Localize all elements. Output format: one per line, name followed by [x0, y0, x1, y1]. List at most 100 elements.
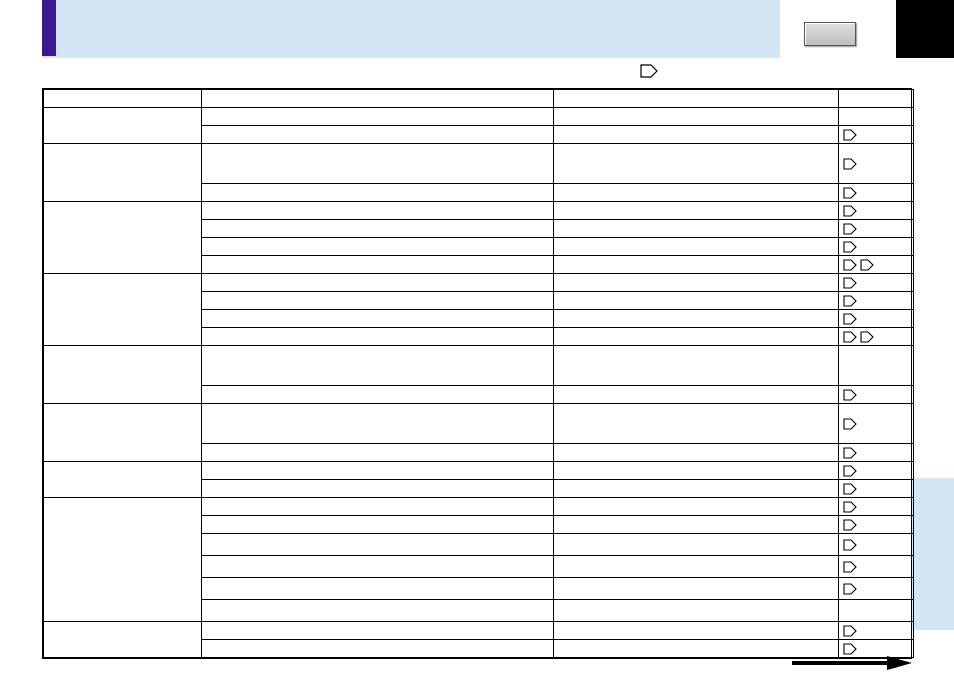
page-ref-icon[interactable]	[843, 625, 857, 637]
desc-cell	[554, 462, 839, 480]
desc-cell	[554, 640, 839, 658]
item-cell	[202, 498, 554, 516]
page-ref-icon[interactable]	[843, 501, 857, 513]
item-cell	[202, 556, 554, 578]
continue-arrow-icon	[792, 656, 912, 670]
desc-cell	[554, 220, 839, 238]
header-button[interactable]	[804, 22, 856, 46]
desc-cell	[554, 578, 839, 600]
page-ref-icon[interactable]	[843, 187, 857, 199]
note-marker-icon	[640, 64, 658, 81]
item-cell	[202, 108, 554, 126]
page-ref-icon[interactable]	[843, 418, 857, 430]
item-cell	[202, 578, 554, 600]
table-row	[44, 108, 914, 126]
purple-side-tab	[42, 0, 56, 56]
group-cell	[44, 274, 202, 346]
links-cell	[839, 310, 914, 328]
item-cell	[202, 238, 554, 256]
group-cell	[44, 346, 202, 404]
page-ref-icon[interactable]	[843, 223, 857, 235]
page-ref-icon[interactable]	[843, 259, 857, 271]
links-cell	[839, 292, 914, 310]
page-ref-icon[interactable]	[843, 483, 857, 495]
links-cell	[839, 386, 914, 404]
desc-cell	[554, 622, 839, 640]
item-cell	[202, 220, 554, 238]
desc-cell	[554, 144, 839, 184]
page-ref-icon[interactable]	[843, 447, 857, 459]
desc-cell	[554, 184, 839, 202]
page-ref-icon[interactable]	[843, 205, 857, 217]
links-cell	[839, 534, 914, 556]
group-cell	[44, 622, 202, 658]
desc-cell	[554, 516, 839, 534]
desc-cell	[554, 126, 839, 144]
page-ref-icon[interactable]	[843, 465, 857, 477]
links-cell	[839, 184, 914, 202]
item-cell	[202, 274, 554, 292]
col-head-0	[44, 90, 202, 108]
page-ref-icon[interactable]	[843, 241, 857, 253]
desc-cell	[554, 256, 839, 274]
desc-cell	[554, 404, 839, 444]
table-row	[44, 274, 914, 292]
item-cell	[202, 516, 554, 534]
table-row	[44, 202, 914, 220]
page-ref-icon[interactable]	[860, 331, 874, 343]
page-ref-icon[interactable]	[843, 519, 857, 531]
group-cell	[44, 144, 202, 202]
page-ref-icon[interactable]	[843, 295, 857, 307]
links-cell	[839, 274, 914, 292]
links-cell	[839, 220, 914, 238]
item-cell	[202, 622, 554, 640]
desc-cell	[554, 310, 839, 328]
desc-cell	[554, 202, 839, 220]
page-ref-icon[interactable]	[843, 129, 857, 141]
links-cell	[839, 444, 914, 462]
page-ref-icon[interactable]	[843, 539, 857, 551]
table-row	[44, 622, 914, 640]
table-header-row	[44, 90, 914, 108]
group-cell	[44, 202, 202, 274]
col-head-2	[554, 90, 839, 108]
links-cell	[839, 640, 914, 658]
links-cell	[839, 516, 914, 534]
page-ref-icon[interactable]	[843, 277, 857, 289]
item-cell	[202, 404, 554, 444]
page-ref-icon[interactable]	[843, 583, 857, 595]
page-ref-icon[interactable]	[843, 643, 857, 655]
table-row	[44, 462, 914, 480]
item-cell	[202, 202, 554, 220]
item-cell	[202, 640, 554, 658]
item-cell	[202, 386, 554, 404]
item-cell	[202, 346, 554, 386]
desc-cell	[554, 292, 839, 310]
links-cell	[839, 238, 914, 256]
desc-cell	[554, 108, 839, 126]
group-cell	[44, 462, 202, 498]
links-cell	[839, 622, 914, 640]
desc-cell	[554, 238, 839, 256]
page-number-block	[896, 0, 954, 58]
item-cell	[202, 126, 554, 144]
desc-cell	[554, 328, 839, 346]
links-cell	[839, 256, 914, 274]
links-cell	[839, 462, 914, 480]
page-ref-icon[interactable]	[843, 331, 857, 343]
page-ref-icon[interactable]	[843, 313, 857, 325]
features-table	[42, 88, 912, 659]
page-ref-icon[interactable]	[843, 158, 857, 170]
desc-cell	[554, 346, 839, 386]
item-cell	[202, 144, 554, 184]
desc-cell	[554, 498, 839, 516]
table-row	[44, 404, 914, 444]
desc-cell	[554, 444, 839, 462]
table-row	[44, 498, 914, 516]
page-ref-icon[interactable]	[843, 561, 857, 573]
header-band	[42, 0, 780, 58]
item-cell	[202, 256, 554, 274]
links-cell	[839, 404, 914, 444]
page-ref-icon[interactable]	[860, 259, 874, 271]
page-ref-icon[interactable]	[843, 389, 857, 401]
